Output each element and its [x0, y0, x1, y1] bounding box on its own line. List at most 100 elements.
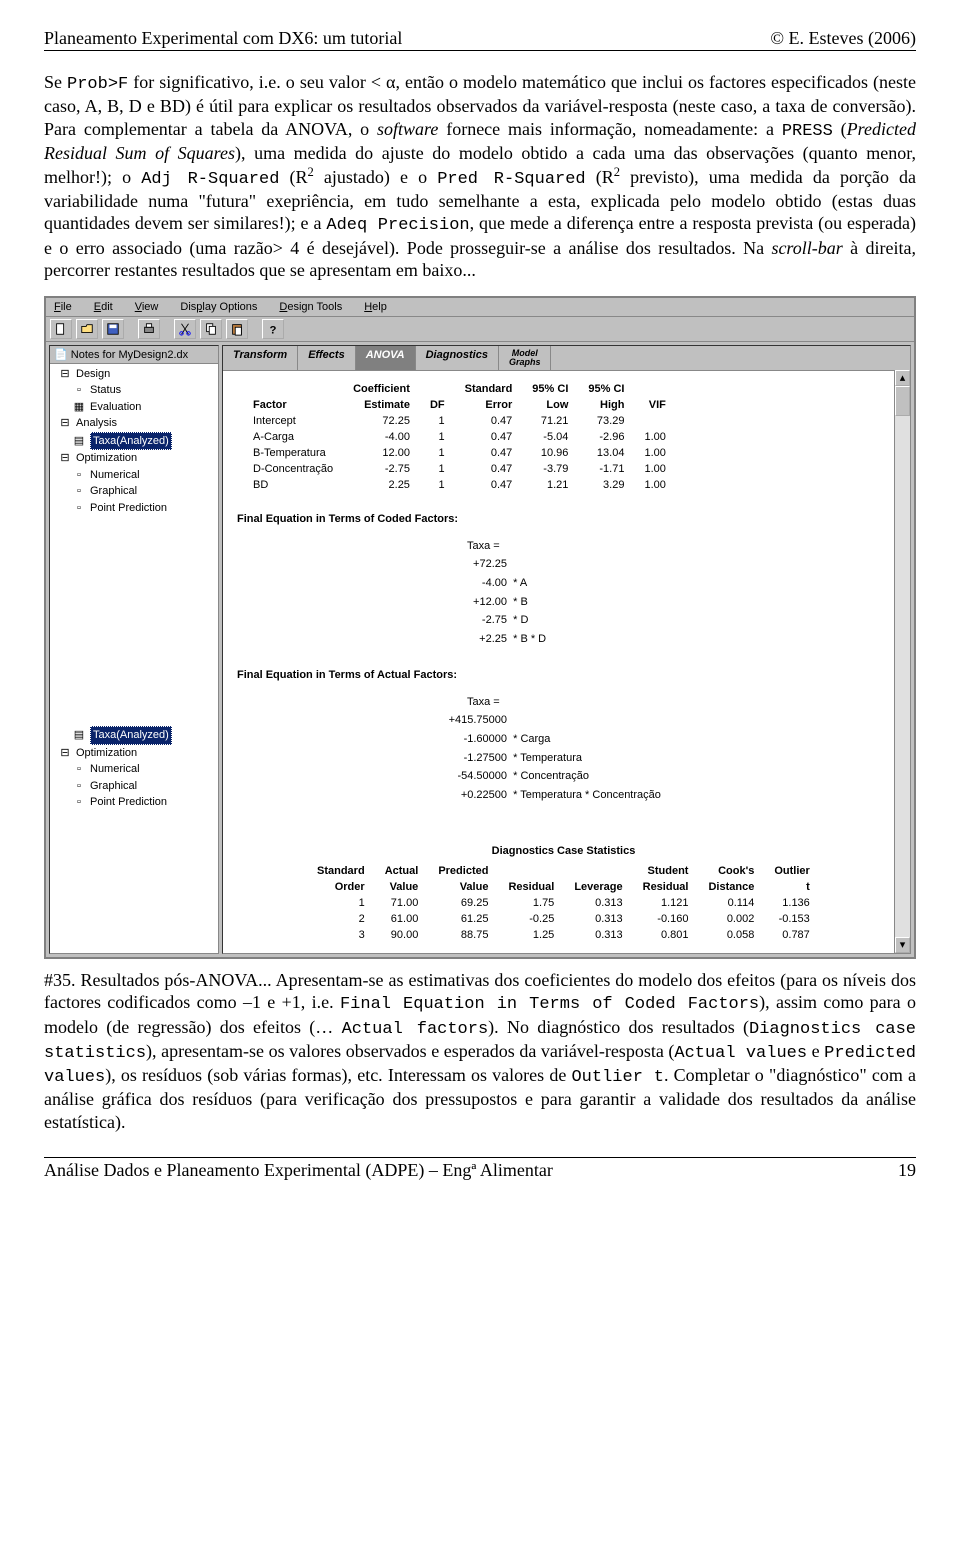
num-icon: ▫ — [72, 469, 86, 481]
tree-taxa[interactable]: ▤Taxa(Analyzed) — [54, 432, 216, 451]
eq-line: -2.75 * D — [437, 611, 890, 630]
scroll-track[interactable] — [895, 386, 910, 937]
paragraph-1: Se Prob>F for significativo, i.e. o seu … — [44, 71, 916, 282]
p1-t13: Pred R-Squared — [437, 170, 585, 189]
tree-point[interactable]: ▫Point Prediction — [54, 500, 216, 517]
eq-line: +415.75000 — [437, 711, 890, 730]
footer-page: 19 — [898, 1160, 916, 1181]
graph-icon: ▫ — [72, 780, 86, 792]
tree-analysis[interactable]: ⊟Analysis — [54, 415, 216, 432]
point-icon: ▫ — [72, 796, 86, 808]
p1-t7: ( — [833, 119, 847, 139]
eq-line: +72.25 — [437, 555, 890, 574]
tb-copy-icon[interactable] — [200, 319, 222, 339]
paragraph-2: #35. Resultados pós-ANOVA... Apresentam-… — [44, 969, 916, 1134]
eq-line: +12.00 * B — [437, 593, 890, 612]
menu-edit[interactable]: Edit — [92, 300, 115, 314]
eq-actual: Taxa = +415.75000 -1.60000 * Carga-1.275… — [437, 693, 890, 805]
menu-design-tools[interactable]: Design Tools — [277, 300, 344, 314]
point-icon: ▫ — [72, 502, 86, 514]
tb-paste-icon[interactable] — [226, 319, 248, 339]
menu-help[interactable]: Help — [362, 300, 389, 314]
table-row: BD2.2510.471.213.291.00 — [243, 477, 676, 493]
tb-cut-icon[interactable] — [174, 319, 196, 339]
menu-view[interactable]: View — [133, 300, 161, 314]
tree-numerical[interactable]: ▫Numerical — [54, 467, 216, 484]
p1-t12: ajustado) e o — [314, 167, 437, 187]
tree-status[interactable]: ▫Status — [54, 382, 216, 399]
eq-actual-lhs: Taxa = — [437, 693, 890, 712]
h-std: Standard — [455, 381, 523, 397]
tree-design[interactable]: ⊟Design — [54, 366, 216, 383]
h-coef: Coefficient — [343, 381, 420, 397]
table-row: A-Carga-4.0010.47-5.04-2.961.00 — [243, 429, 676, 445]
minus-icon: ⊟ — [58, 368, 72, 380]
tabs: Transform Effects ANOVA Diagnostics Mode… — [223, 346, 910, 371]
tree-optimization-2[interactable]: ⊟Optimization — [54, 745, 216, 762]
tb-new-icon[interactable] — [50, 319, 72, 339]
h-err: Error — [455, 397, 523, 413]
hdr-rule — [44, 50, 916, 51]
p1-t14: (R — [586, 167, 614, 187]
minus-icon: ⊟ — [58, 452, 72, 464]
menu-display-options[interactable]: Display Options — [178, 300, 259, 314]
tb-print-icon[interactable] — [138, 319, 160, 339]
main-panel: Transform Effects ANOVA Diagnostics Mode… — [222, 345, 911, 954]
toolbar: ? — [46, 317, 914, 342]
tab-effects[interactable]: Effects — [298, 346, 355, 370]
tab-diagnostics[interactable]: Diagnostics — [416, 346, 499, 370]
eq-coded: Taxa = +72.25 -4.00 * A+12.00 * B-2.75 *… — [437, 537, 890, 649]
tb-open-icon[interactable] — [76, 319, 98, 339]
table-row: 390.0088.751.250.3130.8010.0580.787 — [307, 927, 820, 943]
p1-t6: PRESS — [782, 122, 833, 141]
sidebar-title: 📄 Notes for MyDesign2.dx — [50, 346, 218, 364]
scroll-down-icon[interactable]: ▾ — [895, 937, 910, 953]
scroll-thumb[interactable] — [895, 386, 910, 416]
h-low: Low — [522, 397, 578, 413]
menubar: FFileile Edit View Display Options Desig… — [46, 298, 914, 317]
p1-t5: fornece mais informação, nomeadamente: a — [438, 119, 781, 139]
table-row: B-Temperatura12.0010.4710.9613.041.00 — [243, 445, 676, 461]
p2-t7: ), apresentam-se os valores observados e… — [146, 1041, 674, 1061]
p2-t8: Actual values — [674, 1044, 807, 1063]
tb-help-icon[interactable]: ? — [262, 319, 284, 339]
tree-point-2[interactable]: ▫Point Prediction — [54, 794, 216, 811]
grid-icon: ▦ — [72, 401, 86, 413]
p1-t11: (R — [279, 167, 307, 187]
scroll-up-icon[interactable]: ▴ — [895, 370, 910, 386]
p2-t11: ), os resíduos (sob várias formas), etc.… — [105, 1065, 571, 1085]
p1-t2: Prob>F — [67, 75, 128, 94]
sidebar: 📄 Notes for MyDesign2.dx ⊟Design ▫Status… — [49, 345, 219, 954]
h-ci1: 95% CI — [522, 381, 578, 397]
scrollbar[interactable]: ▴ ▾ — [894, 370, 910, 953]
doc-icon: ▫ — [72, 384, 86, 396]
table-row: 261.0061.25-0.250.313-0.1600.002-0.153 — [307, 911, 820, 927]
table-row: D-Concentração-2.7510.47-3.79-1.711.00 — [243, 461, 676, 477]
app-window: FFileile Edit View Display Options Desig… — [44, 296, 916, 959]
tree-taxa-2[interactable]: ▤Taxa(Analyzed) — [54, 726, 216, 745]
p1-t1: Se — [44, 72, 67, 92]
tree-numerical-2[interactable]: ▫Numerical — [54, 761, 216, 778]
p2-t5: ). No diagnóstico dos resultados ( — [488, 1017, 749, 1037]
hdr-right: © E. Esteves (2006) — [770, 28, 916, 49]
tree-optimization[interactable]: ⊟Optimization — [54, 450, 216, 467]
tree-evaluation[interactable]: ▦Evaluation — [54, 399, 216, 416]
chart-icon: ▤ — [72, 729, 86, 741]
minus-icon: ⊟ — [58, 417, 72, 429]
tb-save-icon[interactable] — [102, 319, 124, 339]
table-row: Intercept72.2510.4771.2173.29 — [243, 413, 676, 429]
table-row: 171.0069.251.750.3131.1210.1141.136 — [307, 895, 820, 911]
content-area: Coefficient Standard 95% CI 95% CI Facto… — [223, 371, 910, 953]
diag-section: Diagnostics Case Statistics Standard Act… — [237, 845, 890, 943]
menu-file[interactable]: FFileile — [52, 300, 74, 314]
footer-left: Análise Dados e Planeamento Experimental… — [44, 1160, 553, 1181]
minus-icon: ⊟ — [58, 747, 72, 759]
sidebar-title-text: Notes for MyDesign2.dx — [71, 349, 188, 361]
tab-model-graphs[interactable]: Model Graphs — [499, 346, 552, 370]
notepad-icon: 📄 — [54, 349, 68, 361]
diag-table: Standard Actual Predicted Student Cook's… — [307, 863, 820, 943]
tree-graphical[interactable]: ▫Graphical — [54, 483, 216, 500]
tab-transform[interactable]: Transform — [223, 346, 298, 370]
tab-anova[interactable]: ANOVA — [356, 346, 416, 370]
tree-graphical-2[interactable]: ▫Graphical — [54, 778, 216, 795]
